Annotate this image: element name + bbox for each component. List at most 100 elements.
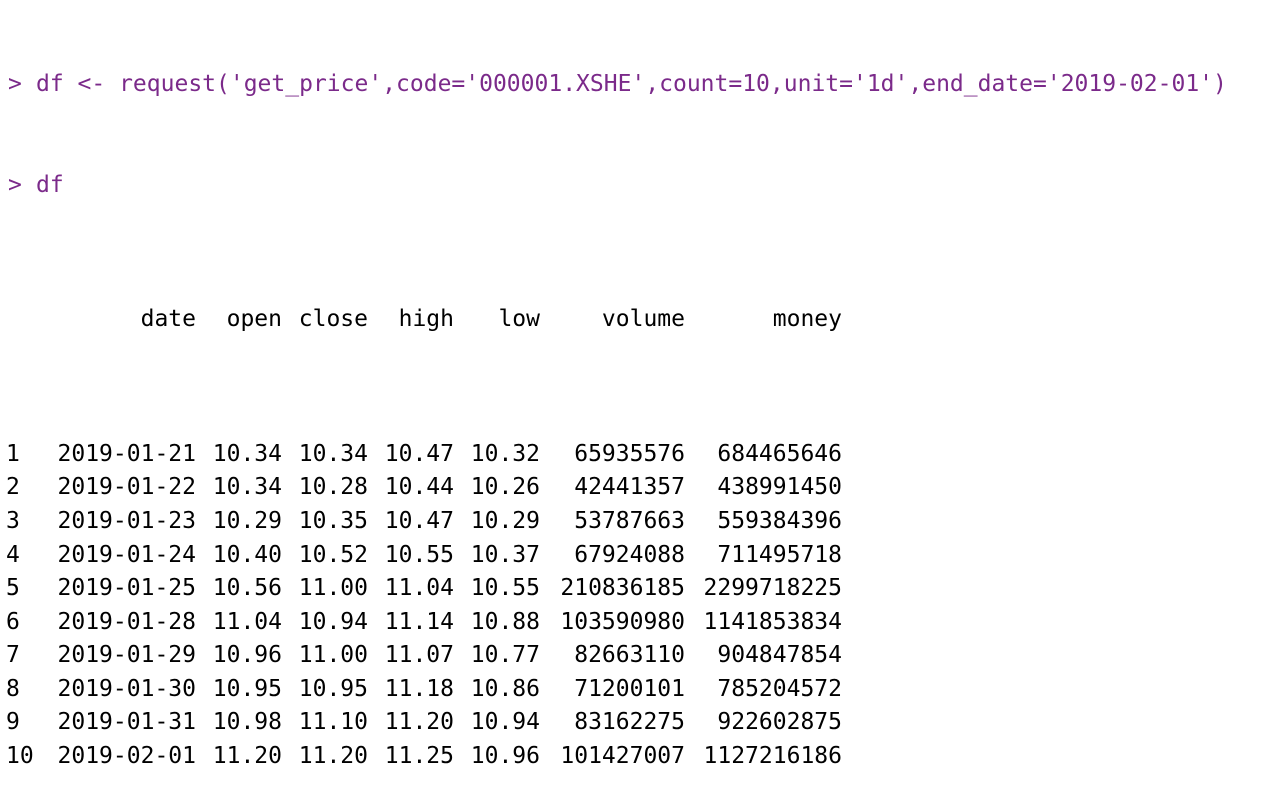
cell-high: 10.55 [384, 541, 454, 568]
cell-low: 10.96 [470, 743, 540, 770]
cell-low: 10.86 [470, 675, 540, 702]
cell-money: 559384396 [717, 507, 842, 534]
cell-high: 11.04 [384, 575, 454, 602]
cell-open: 10.56 [212, 575, 282, 602]
cell-date: 2019-01-21 [57, 440, 196, 467]
command-text: df [36, 171, 64, 198]
column-header: open [226, 306, 282, 333]
cell-money: 785204572 [717, 675, 842, 702]
cell-money: 1141853834 [703, 608, 842, 635]
cell-high: 11.14 [384, 608, 454, 635]
cell-volume: 210836185 [560, 575, 685, 602]
cell-low: 10.37 [470, 541, 540, 568]
cell-open: 10.34 [212, 440, 282, 467]
cell-date: 2019-01-23 [57, 507, 196, 534]
table-row: 6 2019-01-28 11.04 10.94 11.14 10.88 103590980… [0, 606, 1288, 640]
cell-open: 10.96 [212, 642, 282, 669]
cell-close: 10.34 [298, 440, 368, 467]
cell-open: 10.29 [212, 507, 282, 534]
cell-high: 11.18 [384, 675, 454, 702]
row-index: 6 [6, 608, 20, 635]
table-row: 2 2019-01-22 10.34 10.28 10.44 10.26 42441357 4… [0, 471, 1288, 505]
table-row: 3 2019-01-23 10.29 10.35 10.47 10.29 53787663 5… [0, 505, 1288, 539]
row-index: 3 [6, 507, 20, 534]
cell-money: 904847854 [717, 642, 842, 669]
cell-close: 10.28 [298, 474, 368, 501]
cell-close: 11.00 [298, 642, 368, 669]
cell-volume: 101427007 [560, 743, 685, 770]
table-row: 7 2019-01-29 10.96 11.00 11.07 10.77 82663110 9… [0, 639, 1288, 673]
cell-open: 11.20 [212, 743, 282, 770]
cell-close: 10.35 [298, 507, 368, 534]
row-index: 9 [6, 709, 20, 736]
cell-close: 10.52 [298, 541, 368, 568]
column-header: volume [601, 306, 685, 333]
cell-open: 10.34 [212, 474, 282, 501]
cell-date: 2019-01-25 [57, 575, 196, 602]
row-index: 4 [6, 541, 20, 568]
cell-date: 2019-01-28 [57, 608, 196, 635]
cell-low: 10.26 [470, 474, 540, 501]
r-console[interactable]: > df <- request('get_price',code='000001.… [0, 0, 1288, 769]
cell-close: 10.95 [298, 675, 368, 702]
table-header-row: date open close high low volume money [0, 303, 1288, 337]
cell-money: 922602875 [717, 709, 842, 736]
cell-money: 1127216186 [703, 743, 842, 770]
row-index: 5 [6, 575, 20, 602]
cell-date: 2019-01-29 [57, 642, 196, 669]
cell-close: 11.20 [298, 743, 368, 770]
table-row: 8 2019-01-30 10.95 10.95 11.18 10.86 71200101 7… [0, 673, 1288, 707]
table-row: 4 2019-01-24 10.40 10.52 10.55 10.37 67924088 7… [0, 539, 1288, 573]
cell-volume: 53787663 [574, 507, 685, 534]
cell-volume: 65935576 [574, 440, 685, 467]
cell-close: 11.00 [298, 575, 368, 602]
cell-money: 711495718 [717, 541, 842, 568]
column-header: money [772, 306, 842, 333]
command-text: df <- request('get_price',code='000001.X… [36, 71, 1227, 98]
cell-date: 2019-01-22 [57, 474, 196, 501]
row-index: 7 [6, 642, 20, 669]
cell-volume: 103590980 [560, 608, 685, 635]
row-index: 2 [6, 474, 20, 501]
cell-date: 2019-01-24 [57, 541, 196, 568]
cell-open: 10.95 [212, 675, 282, 702]
cell-money: 684465646 [717, 440, 842, 467]
cell-money: 438991450 [717, 474, 842, 501]
cell-open: 10.40 [212, 541, 282, 568]
console-prompt: > [8, 71, 22, 98]
table-row: 5 2019-01-25 10.56 11.00 11.04 10.55 210836185… [0, 572, 1288, 606]
console-command-line: > df <- request('get_price',code='000001.… [0, 68, 1288, 102]
cell-high: 10.47 [384, 440, 454, 467]
cell-volume: 83162275 [574, 709, 685, 736]
table-row: 1 2019-01-21 10.34 10.34 10.47 10.32 65935576 6… [0, 438, 1288, 472]
column-header: low [498, 306, 540, 333]
cell-low: 10.55 [470, 575, 540, 602]
console-command-line: > df [0, 169, 1288, 203]
row-index: 8 [6, 675, 20, 702]
cell-high: 11.20 [384, 709, 454, 736]
cell-date: 2019-01-31 [57, 709, 196, 736]
cell-close: 11.10 [298, 709, 368, 736]
cell-volume: 42441357 [574, 474, 685, 501]
cell-high: 10.44 [384, 474, 454, 501]
column-header: close [298, 306, 368, 333]
cell-high: 10.47 [384, 507, 454, 534]
cell-high: 11.25 [384, 743, 454, 770]
cell-low: 10.94 [470, 709, 540, 736]
table-row: 10 2019-02-01 11.20 11.20 11.25 10.96 10142700… [0, 740, 1288, 774]
cell-volume: 82663110 [574, 642, 685, 669]
cell-volume: 67924088 [574, 541, 685, 568]
cell-volume: 71200101 [574, 675, 685, 702]
cell-low: 10.29 [470, 507, 540, 534]
cell-high: 11.07 [384, 642, 454, 669]
row-index: 10 [6, 743, 34, 770]
cell-low: 10.32 [470, 440, 540, 467]
cell-date: 2019-02-01 [57, 743, 196, 770]
cell-low: 10.77 [470, 642, 540, 669]
table-body: 1 2019-01-21 10.34 10.34 10.47 10.32 65935576 6… [0, 438, 1288, 774]
column-header: high [398, 306, 454, 333]
table-row: 9 2019-01-31 10.98 11.10 11.20 10.94 83162275 9… [0, 706, 1288, 740]
cell-close: 10.94 [298, 608, 368, 635]
cell-date: 2019-01-30 [57, 675, 196, 702]
cell-open: 11.04 [212, 608, 282, 635]
